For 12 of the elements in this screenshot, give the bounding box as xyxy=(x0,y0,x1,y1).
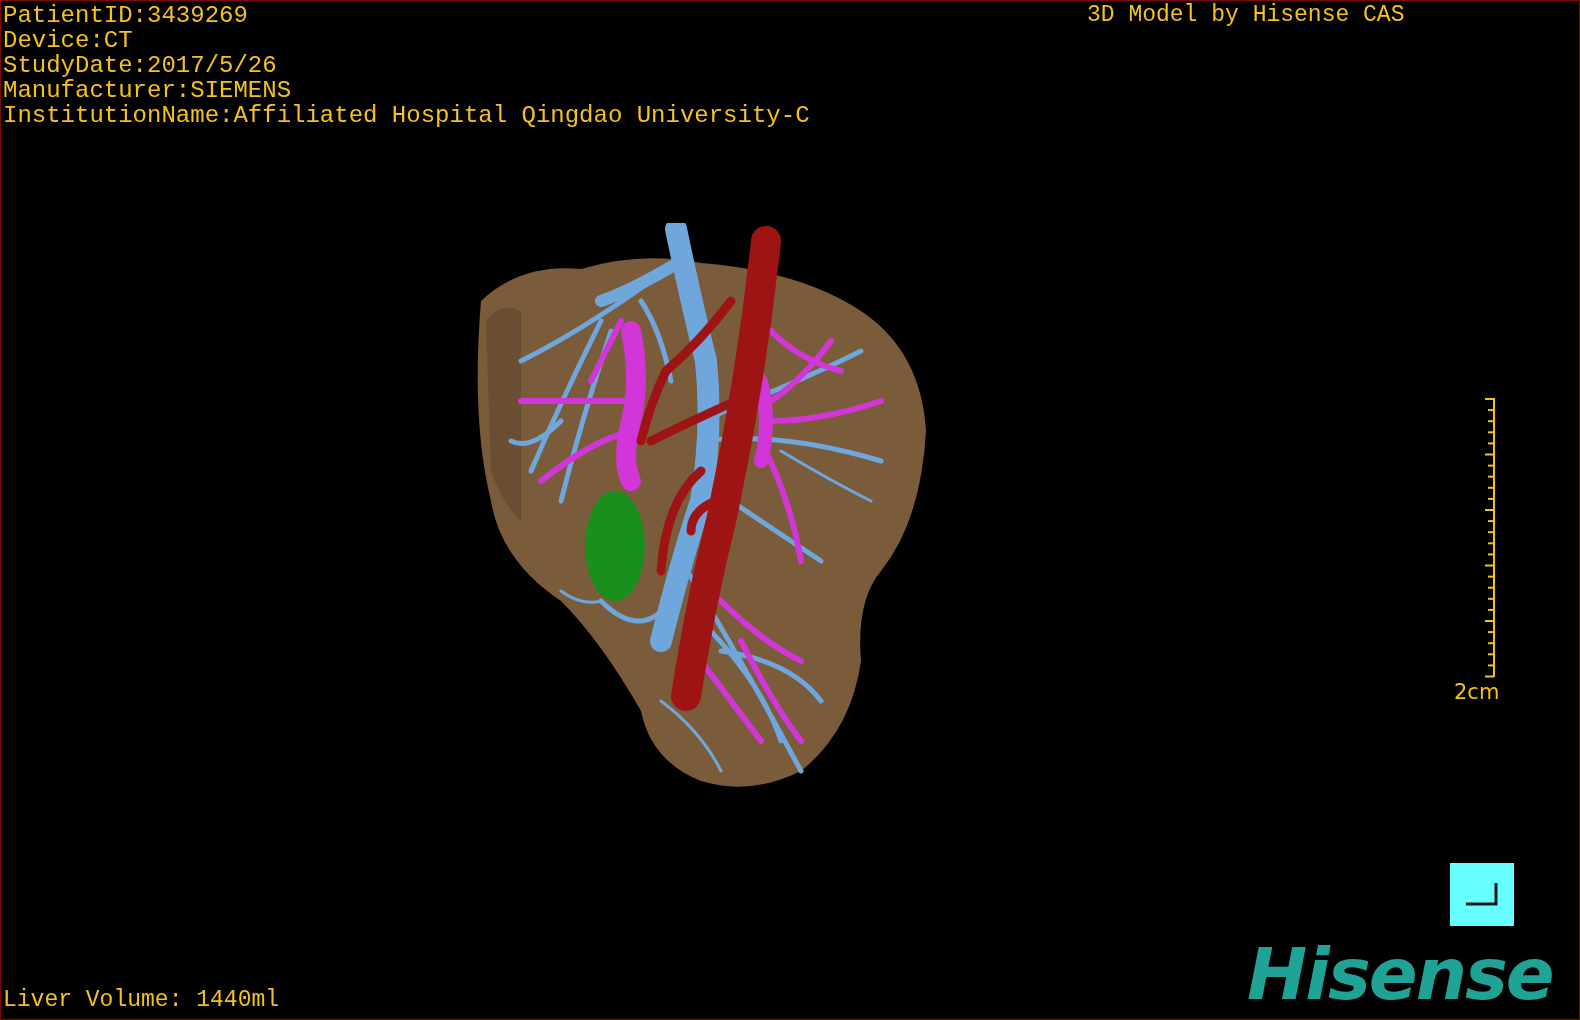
liver-volume-text: Liver Volume: 1440ml xyxy=(3,988,280,1013)
view-corner-button[interactable] xyxy=(1450,863,1514,926)
corner-icon xyxy=(1466,882,1498,907)
scale-ruler-icon xyxy=(1485,398,1495,678)
patient-info-text: Manufacturer:SIEMENS xyxy=(3,78,293,103)
brand-logo: Hisense xyxy=(1247,934,1553,1014)
model-credit-text: 3D Model by Hisense CAS xyxy=(1087,3,1405,28)
scale-label: 2cm xyxy=(1454,681,1500,703)
patient-info-text: StudyDate:2017/5/26 xyxy=(3,53,278,78)
patient-info-text: PatientID:3439269 xyxy=(3,3,249,28)
patient-info-text: Device:CT xyxy=(3,28,134,53)
patient-info-text: InstitutionName:Affiliated Hospital Qingdao University-C xyxy=(3,103,810,128)
